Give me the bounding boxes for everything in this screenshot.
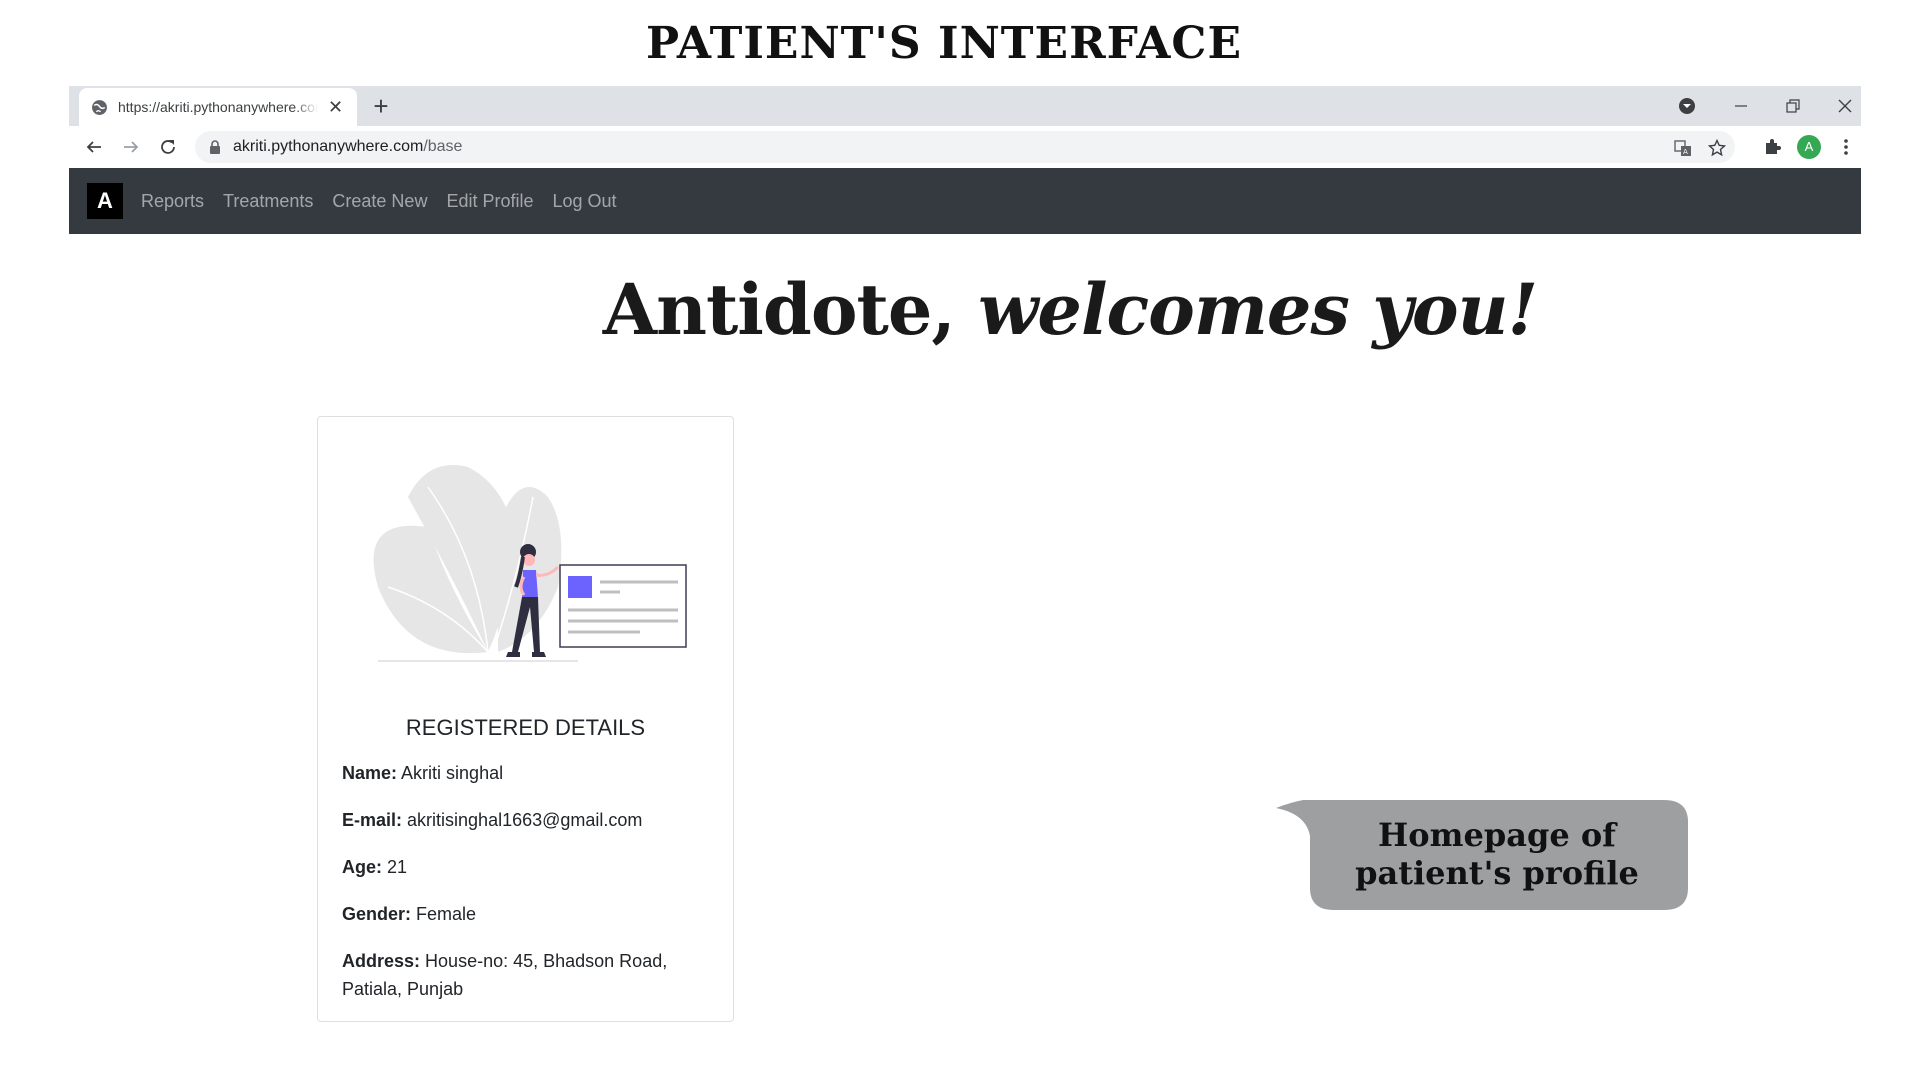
detail-age: Age: 21 xyxy=(342,853,712,881)
detail-value: Female xyxy=(416,904,477,924)
new-tab-button[interactable]: + xyxy=(367,92,395,120)
forward-icon[interactable] xyxy=(116,132,146,162)
nav-link-edit-profile[interactable]: Edit Profile xyxy=(446,191,533,212)
welcome-heading-main: Antidote, xyxy=(602,268,979,351)
detail-value: akritisinghal1663@gmail.com xyxy=(407,810,643,830)
bookmark-star-icon[interactable] xyxy=(1707,138,1727,158)
site-navbar: A Reports Treatments Create New Edit Pro… xyxy=(69,168,1861,234)
detail-name: Name: Akriti singhal xyxy=(342,759,712,787)
detail-value: Akriti singhal xyxy=(401,763,504,783)
profile-initial: A xyxy=(1797,135,1821,159)
detail-label: Gender: xyxy=(342,904,412,924)
detail-address: Address: House-no: 45, Bhadson Road, Pat… xyxy=(342,947,712,1003)
details-list: Name: Akriti singhal E-mail: akritisingh… xyxy=(342,759,712,1022)
extensions-puzzle-icon[interactable] xyxy=(1757,132,1787,162)
slide-title: PATIENT'S INTERFACE xyxy=(645,18,1242,69)
minimize-icon[interactable] xyxy=(1717,86,1765,126)
browser-tab[interactable]: https://akriti.pythonanywhere.com ✕ xyxy=(79,88,357,126)
card-heading: REGISTERED DETAILS xyxy=(405,715,646,740)
nav-link-reports[interactable]: Reports xyxy=(141,191,204,212)
lock-icon xyxy=(210,140,220,154)
welcome-heading-italic: welcomes you! xyxy=(978,268,1538,351)
nav-link-log-out[interactable]: Log Out xyxy=(553,191,617,212)
nav-links: Reports Treatments Create New Edit Profi… xyxy=(141,191,636,212)
tab-strip: https://akriti.pythonanywhere.com ✕ + xyxy=(69,86,1861,126)
annotation-callout: Homepage of patient's profile xyxy=(1276,800,1688,910)
profile-avatar[interactable]: A xyxy=(1794,132,1824,162)
address-bar[interactable]: akriti.pythonanywhere.com/base A xyxy=(195,131,1735,163)
brand-logo[interactable]: A xyxy=(87,183,123,219)
close-tab-icon[interactable]: ✕ xyxy=(328,97,343,118)
detail-gender: Gender: Female xyxy=(342,900,712,928)
browser-toolbar: akriti.pythonanywhere.com/base A A xyxy=(69,126,1861,168)
detail-email: E-mail: akritisinghal1663@gmail.com xyxy=(342,806,712,834)
close-window-icon[interactable] xyxy=(1821,86,1869,126)
welcome-heading: Antidote, welcomes you! xyxy=(470,268,1670,351)
url-path: /base xyxy=(423,138,463,155)
profile-illustration xyxy=(373,465,687,662)
detail-label: Address: xyxy=(342,951,421,971)
callout-line-1: Homepage of xyxy=(1378,816,1616,854)
nav-link-create-new[interactable]: Create New xyxy=(332,191,427,212)
tab-search-icon[interactable] xyxy=(1663,86,1711,126)
globe-icon xyxy=(92,99,107,115)
restore-icon[interactable] xyxy=(1769,86,1817,126)
back-icon[interactable] xyxy=(79,132,109,162)
callout-text: Homepage of patient's profile xyxy=(1316,816,1678,892)
detail-value: 21 xyxy=(387,857,408,877)
svg-text:A: A xyxy=(1683,148,1688,156)
translate-icon[interactable]: A xyxy=(1673,138,1693,158)
detail-label: Age: xyxy=(342,857,382,877)
tab-title: https://akriti.pythonanywhere.com xyxy=(118,99,318,115)
detail-label: Name: xyxy=(342,763,398,783)
nav-link-treatments[interactable]: Treatments xyxy=(223,191,313,212)
registered-details-card: REGISTERED DETAILS Name: Akriti singhal … xyxy=(317,416,734,1022)
url-host: akriti.pythonanywhere.com xyxy=(233,138,424,155)
callout-line-2: patient's profile xyxy=(1355,854,1639,892)
detail-label: E-mail: xyxy=(342,810,403,830)
kebab-menu-icon[interactable] xyxy=(1831,132,1861,162)
reload-icon[interactable] xyxy=(153,132,183,162)
